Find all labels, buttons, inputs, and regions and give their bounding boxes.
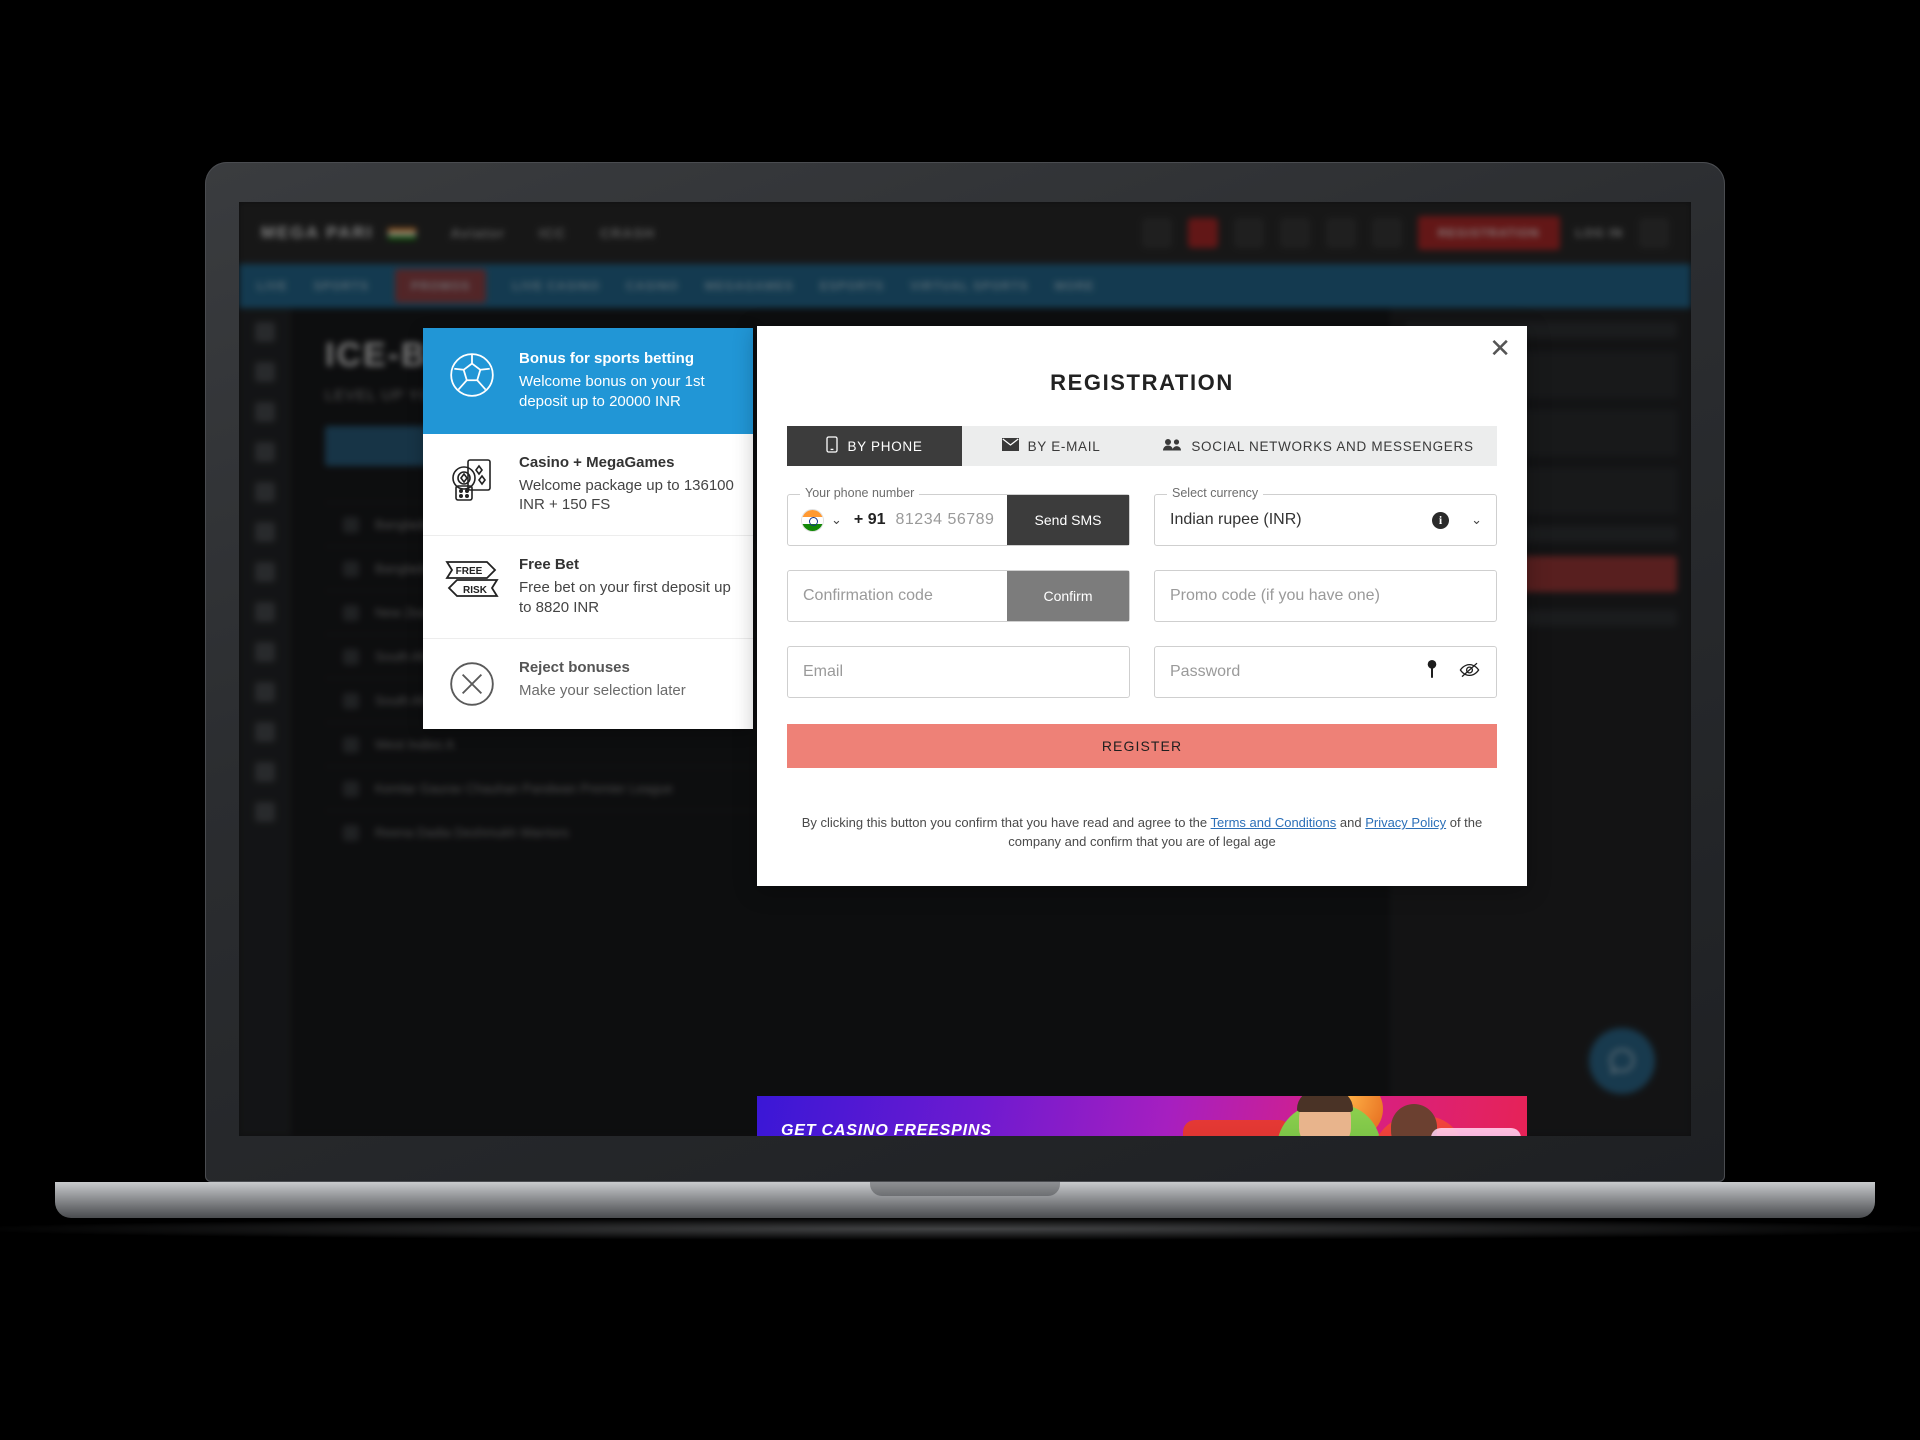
phone-icon xyxy=(826,436,839,456)
bonus-option-text: Free Bet Free bet on your first deposit … xyxy=(519,556,735,618)
registration-method-tabs: BY PHONE BY E-MAIL SOCIAL NETWORKS AND M… xyxy=(787,426,1497,466)
password-field[interactable]: Password xyxy=(1154,646,1497,698)
phone-number-field[interactable]: Your phone number ⌄ + 91 81234 56789 Sen… xyxy=(787,486,1130,546)
password-placeholder: Password xyxy=(1170,663,1241,680)
laptop-notch xyxy=(870,1182,1060,1196)
currency-select-icons: i ⌄ xyxy=(1432,511,1496,529)
bonus-option-desc: Welcome bonus on your 1st deposit up to … xyxy=(519,373,705,410)
bonus-option-text: Bonus for sports betting Welcome bonus o… xyxy=(519,350,735,412)
envelope-icon xyxy=(1001,438,1019,454)
promo-banner-artwork xyxy=(1147,1096,1527,1136)
bonus-selection-panel: Bonus for sports betting Welcome bonus o… xyxy=(423,328,753,729)
green-player-hair xyxy=(1297,1096,1353,1112)
slot-machine-right-graphic xyxy=(1431,1128,1521,1136)
promo-banner-text: GET CASINO FREESPINS SPECIAL FREEBET AND… xyxy=(781,1122,1156,1136)
promo-code-placeholder: Promo code (if you have one) xyxy=(1170,587,1380,604)
casino-chips-icon xyxy=(441,454,503,506)
tab-by-email-label: BY E-MAIL xyxy=(1027,438,1101,454)
register-button[interactable]: REGISTER xyxy=(787,724,1497,768)
registration-form: Your phone number ⌄ + 91 81234 56789 Sen… xyxy=(787,486,1497,698)
people-icon xyxy=(1163,438,1182,454)
confirmation-code-placeholder: Confirmation code xyxy=(803,587,933,604)
bonus-option-desc: Make your selection later xyxy=(519,681,686,699)
tab-by-phone[interactable]: BY PHONE xyxy=(787,426,962,466)
currency-select[interactable]: Select currency Indian rupee (INR) i ⌄ xyxy=(1154,486,1497,546)
svg-text:FREE: FREE xyxy=(456,566,483,577)
eye-off-icon[interactable] xyxy=(1459,662,1480,683)
terms-prefix: By clicking this button you confirm that… xyxy=(801,815,1211,830)
laptop-base xyxy=(55,1182,1875,1218)
laptop-screen: MEGA PARI Aviator ICC CRASH REGISTRATION… xyxy=(239,202,1691,1136)
email-field[interactable]: Email xyxy=(787,646,1130,698)
bonus-option-desc: Free bet on your first deposit up to 882… xyxy=(519,579,731,616)
terms-middle: and xyxy=(1336,815,1366,830)
free-risk-icon: FREE RISK xyxy=(441,556,503,602)
bonus-option-text: Casino + MegaGames Welcome package up to… xyxy=(519,454,735,516)
tab-by-email[interactable]: BY E-MAIL xyxy=(962,426,1140,466)
currency-label: Select currency xyxy=(1167,486,1264,500)
football-icon xyxy=(441,350,503,400)
svg-text:RISK: RISK xyxy=(463,585,488,596)
bonus-option-desc: Welcome package up to 136100 INR + 150 F… xyxy=(519,476,734,514)
tab-by-phone-label: BY PHONE xyxy=(847,438,923,454)
chevron-down-icon[interactable]: ⌄ xyxy=(831,512,842,528)
page-title: REGISTRATION xyxy=(1050,370,1234,395)
email-placeholder: Email xyxy=(803,663,844,680)
promo-code-field[interactable]: Promo code (if you have one) xyxy=(1154,570,1497,622)
promo-banner[interactable]: GET CASINO FREESPINS SPECIAL FREEBET AND… xyxy=(757,1096,1527,1136)
bonus-option-reject[interactable]: Reject bonuses Make your selection later xyxy=(423,639,753,729)
info-icon[interactable]: i xyxy=(1432,511,1450,529)
confirm-button[interactable]: Confirm xyxy=(1007,571,1129,621)
screenshot-stage: MEGA PARI Aviator ICC CRASH REGISTRATION… xyxy=(0,0,1920,1440)
reject-cross-icon xyxy=(441,659,503,709)
laptop-shadow xyxy=(0,1218,1920,1240)
phone-number-label: Your phone number xyxy=(800,486,920,500)
confirmation-code-field[interactable]: Confirmation code Confirm xyxy=(787,570,1130,622)
bonus-option-sports[interactable]: Bonus for sports betting Welcome bonus o… xyxy=(423,328,753,434)
close-icon[interactable]: ✕ xyxy=(1489,336,1511,362)
registration-modal: ✕ REGISTRATION BY PHONE BY E-MAIL SOCIAL… xyxy=(757,326,1527,886)
form-column-left: Your phone number ⌄ + 91 81234 56789 Sen… xyxy=(787,486,1130,698)
bonus-option-title: Reject bonuses xyxy=(519,658,630,676)
tab-social-networks-label: SOCIAL NETWORKS AND MESSENGERS xyxy=(1191,438,1474,454)
key-icon[interactable] xyxy=(1427,660,1437,684)
password-icons xyxy=(1427,660,1496,684)
bonus-option-text: Reject bonuses Make your selection later xyxy=(519,659,686,701)
promo-banner-line1: GET CASINO FREESPINS xyxy=(781,1122,992,1136)
send-sms-button[interactable]: Send SMS xyxy=(1007,495,1129,545)
chevron-down-icon[interactable]: ⌄ xyxy=(1471,512,1482,528)
laptop-lid: MEGA PARI Aviator ICC CRASH REGISTRATION… xyxy=(205,162,1725,1182)
terms-text: By clicking this button you confirm that… xyxy=(787,814,1497,852)
form-column-right: Select currency Indian rupee (INR) i ⌄ P… xyxy=(1154,486,1497,698)
bonus-option-casino[interactable]: Casino + MegaGames Welcome package up to… xyxy=(423,434,753,537)
india-flag-icon[interactable] xyxy=(802,509,823,531)
bonus-option-title: Bonus for sports betting xyxy=(519,350,694,367)
phone-input-placeholder[interactable]: 81234 56789 xyxy=(896,511,995,529)
slot-machine-graphic xyxy=(1183,1120,1291,1136)
bonus-option-title: Free Bet xyxy=(519,556,580,574)
bonus-option-title: Casino + MegaGames xyxy=(519,453,675,471)
currency-value: Indian rupee (INR) xyxy=(1170,511,1302,528)
country-code: + 91 xyxy=(853,511,886,528)
bonus-option-freebet[interactable]: FREE RISK Free Bet Free bet on your firs… xyxy=(423,536,753,639)
terms-and-conditions-link[interactable]: Terms and Conditions xyxy=(1211,815,1337,830)
privacy-policy-link[interactable]: Privacy Policy xyxy=(1365,815,1446,830)
red-player-head xyxy=(1391,1104,1437,1136)
tab-social-networks[interactable]: SOCIAL NETWORKS AND MESSENGERS xyxy=(1140,426,1497,466)
laptop-mockup: MEGA PARI Aviator ICC CRASH REGISTRATION… xyxy=(0,162,1920,1240)
